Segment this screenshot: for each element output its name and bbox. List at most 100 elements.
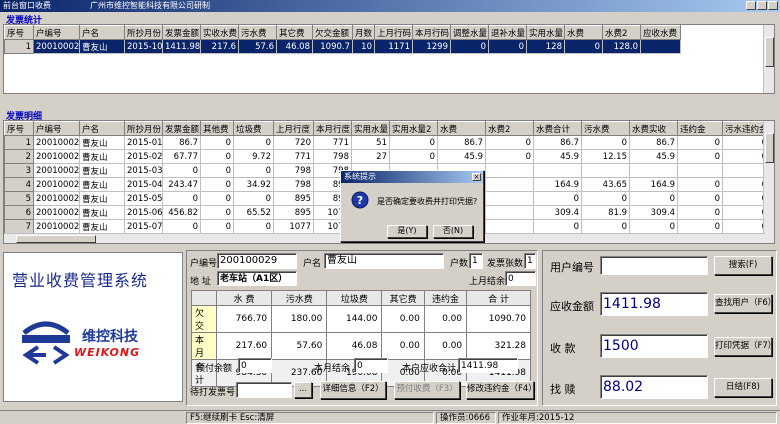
table-cell[interactable]: 128 bbox=[526, 39, 565, 54]
column-header[interactable]: 实用水量 bbox=[526, 25, 565, 40]
print-receipt-button[interactable]: 打印凭据（F7） bbox=[714, 337, 776, 356]
table-cell[interactable]: 曹友山 bbox=[79, 219, 125, 234]
daily-close-button[interactable]: 日结(F8) bbox=[714, 378, 772, 397]
table-cell[interactable]: 81.9 bbox=[581, 205, 630, 220]
table-cell[interactable]: 0 bbox=[485, 135, 534, 150]
table-cell[interactable]: 0 bbox=[233, 163, 274, 178]
column-header[interactable]: 本月行度 bbox=[313, 121, 352, 136]
column-header[interactable]: 序号 bbox=[4, 121, 34, 136]
row-number[interactable]: 7 bbox=[4, 219, 34, 234]
column-header[interactable]: 户编号 bbox=[33, 121, 80, 136]
table-cell[interactable]: 0 bbox=[200, 191, 234, 206]
table-cell[interactable] bbox=[485, 219, 534, 234]
column-header[interactable]: 发票金额 bbox=[162, 121, 201, 136]
table-cell[interactable]: 0 bbox=[200, 219, 234, 234]
row-number[interactable]: 2 bbox=[4, 149, 34, 164]
table-cell[interactable]: 46.08 bbox=[276, 39, 313, 54]
table-cell[interactable]: 0 bbox=[200, 177, 234, 192]
table-cell[interactable]: 0 bbox=[581, 219, 630, 234]
table-cell[interactable] bbox=[533, 163, 582, 178]
maximize-button[interactable] bbox=[757, 1, 767, 10]
column-header[interactable]: 水费实收 bbox=[629, 121, 678, 136]
table-cell[interactable]: 0 bbox=[200, 135, 234, 150]
table-cell[interactable]: 0 bbox=[233, 135, 274, 150]
table-cell[interactable] bbox=[485, 205, 534, 220]
column-header[interactable]: 水费合计 bbox=[533, 121, 582, 136]
table-cell[interactable]: 0 bbox=[581, 191, 630, 206]
table-row[interactable]: 1200100029曹友山2015-101411.98217.657.646.0… bbox=[4, 39, 681, 54]
last-balance-field[interactable]: 0 bbox=[505, 271, 536, 286]
invoice-stats-grid[interactable]: 序号 户编号 户名 所抄月份 发票金额 实收水费 污水费 其它费 欠交金额 月数 上月行码 本月行码调… bbox=[3, 24, 775, 94]
table-cell[interactable]: 86.7 bbox=[629, 135, 678, 150]
column-header[interactable]: 上月行码 bbox=[374, 25, 413, 40]
column-header[interactable]: 污水费 bbox=[581, 121, 630, 136]
row-number[interactable]: 5 bbox=[4, 191, 34, 206]
table-cell[interactable]: 0 bbox=[629, 191, 678, 206]
table-cell[interactable]: 45.9 bbox=[629, 149, 678, 164]
table-cell[interactable] bbox=[581, 163, 630, 178]
column-header[interactable]: 调整水量 bbox=[450, 25, 489, 40]
column-header[interactable]: 水费 bbox=[437, 121, 486, 136]
column-header[interactable]: 所抄月份 bbox=[124, 121, 163, 136]
table-cell[interactable]: 10 bbox=[352, 39, 375, 54]
table-cell[interactable]: 0 bbox=[233, 219, 274, 234]
column-header[interactable]: 欠交金额 bbox=[312, 25, 353, 40]
table-cell[interactable]: 43.65 bbox=[581, 177, 630, 192]
table-cell[interactable]: 86.7 bbox=[162, 135, 201, 150]
table-cell[interactable]: 0 bbox=[162, 163, 201, 178]
table-cell[interactable]: 0 bbox=[200, 205, 234, 220]
table-cell[interactable]: 0 bbox=[677, 135, 723, 150]
column-header[interactable]: 水费2 bbox=[602, 25, 641, 40]
table-cell[interactable] bbox=[629, 163, 678, 178]
column-header[interactable]: 户编号 bbox=[33, 25, 80, 40]
table-cell[interactable]: 45.9 bbox=[437, 149, 486, 164]
table-cell[interactable]: 2015-06 bbox=[124, 205, 163, 220]
table-cell[interactable]: 0 bbox=[677, 149, 723, 164]
table-cell[interactable]: 200100029 bbox=[33, 177, 80, 192]
column-header[interactable]: 违约金 bbox=[677, 121, 723, 136]
table-cell[interactable]: 86.7 bbox=[437, 135, 486, 150]
table-cell[interactable]: 243.47 bbox=[162, 177, 201, 192]
table-row[interactable]: 1200100029曹友山2015-0186.70072077151086.70… bbox=[4, 135, 770, 150]
column-header[interactable]: 户名 bbox=[79, 121, 125, 136]
column-header[interactable]: 垃圾费 bbox=[233, 121, 274, 136]
table-cell[interactable]: 2015-07 bbox=[124, 219, 163, 234]
table-cell[interactable]: 200100029 bbox=[33, 149, 80, 164]
table-cell[interactable]: 0 bbox=[533, 191, 582, 206]
column-header[interactable]: 污水费 bbox=[238, 25, 277, 40]
table-cell[interactable]: 86.7 bbox=[533, 135, 582, 150]
table-cell[interactable]: 200100029 bbox=[33, 191, 80, 206]
change-amount-field[interactable]: 88.02 bbox=[600, 375, 708, 399]
table-cell[interactable]: 0 bbox=[677, 205, 723, 220]
stats-vertical-scrollbar[interactable] bbox=[763, 25, 774, 93]
pending-invoice-field[interactable] bbox=[236, 382, 292, 398]
row-number[interactable]: 3 bbox=[4, 163, 34, 178]
table-cell[interactable]: 309.4 bbox=[533, 205, 582, 220]
table-cell[interactable]: 2015-01 bbox=[124, 135, 163, 150]
table-cell[interactable]: 0 bbox=[162, 219, 201, 234]
dialog-close-icon[interactable]: × bbox=[472, 173, 481, 181]
prepay-button[interactable]: 预付收费（F3） bbox=[394, 381, 460, 399]
table-cell[interactable]: 0 bbox=[581, 135, 630, 150]
table-cell[interactable]: 曹友山 bbox=[79, 163, 125, 178]
column-header[interactable]: 序号 bbox=[4, 25, 34, 40]
receivable-amount-field[interactable]: 1411.98 bbox=[600, 292, 708, 316]
dialog-no-button[interactable]: 否(N) bbox=[433, 225, 473, 238]
table-cell[interactable]: 0 bbox=[200, 149, 234, 164]
table-cell[interactable]: 2015-03 bbox=[124, 163, 163, 178]
close-button[interactable] bbox=[768, 1, 778, 10]
column-header[interactable]: 退补水量 bbox=[488, 25, 527, 40]
prepaid-field[interactable]: 0 bbox=[238, 358, 272, 373]
table-cell[interactable] bbox=[485, 163, 534, 178]
table-cell[interactable]: 51 bbox=[351, 135, 390, 150]
table-cell[interactable] bbox=[485, 177, 534, 192]
table-cell[interactable]: 0 bbox=[233, 191, 274, 206]
table-cell[interactable]: 曹友山 bbox=[79, 191, 125, 206]
table-cell[interactable]: 0 bbox=[564, 39, 603, 54]
table-cell[interactable]: 798 bbox=[313, 149, 352, 164]
table-cell[interactable]: 9.72 bbox=[233, 149, 274, 164]
column-header[interactable]: 月数 bbox=[352, 25, 375, 40]
column-header[interactable]: 应收水费 bbox=[640, 25, 681, 40]
column-header[interactable]: 实用水量2 bbox=[389, 121, 438, 136]
table-cell[interactable]: 0 bbox=[677, 177, 723, 192]
